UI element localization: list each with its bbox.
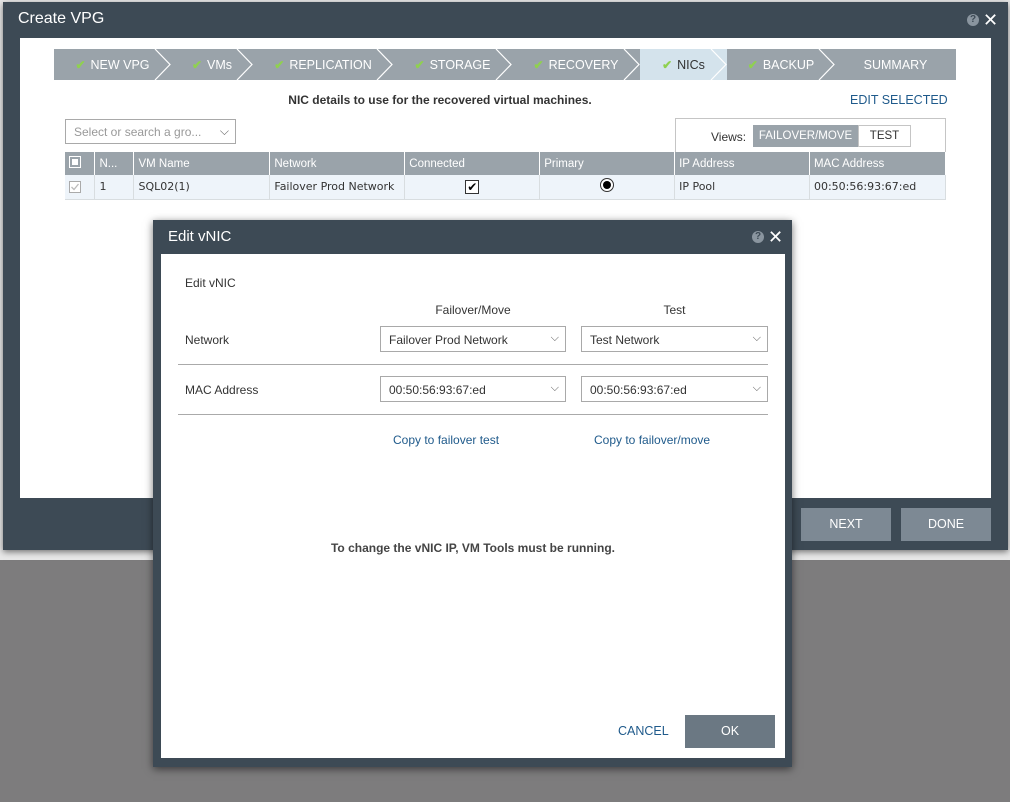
check-icon: ✔ bbox=[533, 57, 544, 72]
step-summary[interactable]: SUMMARY bbox=[835, 49, 956, 80]
column-header[interactable]: Network bbox=[269, 152, 406, 175]
view-test-button[interactable]: TEST bbox=[858, 125, 911, 147]
failover-mac-select[interactable]: 00:50:56:93:67:ed ⌵ bbox=[380, 376, 566, 402]
step-separator-icon bbox=[154, 49, 171, 80]
test-network-select[interactable]: Test Network ⌵ bbox=[581, 326, 768, 352]
step-separator-icon bbox=[623, 49, 640, 80]
step-new-vpg[interactable]: ✔ NEW VPG bbox=[54, 49, 171, 80]
edit-selected-link[interactable]: EDIT SELECTED bbox=[850, 93, 948, 107]
column-header[interactable]: N... bbox=[94, 152, 135, 175]
done-button[interactable]: DONE bbox=[901, 508, 991, 541]
step-recovery[interactable]: ✔ RECOVERY bbox=[512, 49, 640, 80]
chevron-down-icon: ⌵ bbox=[752, 382, 761, 394]
column-header[interactable]: MAC Address bbox=[809, 152, 947, 175]
step-label: BACKUP bbox=[762, 57, 815, 72]
table-row[interactable]: 1 SQL02(1) Failover Prod Network ✔ IP Po… bbox=[65, 175, 947, 200]
select-value: 00:50:56:93:67:ed bbox=[590, 383, 687, 397]
column-header[interactable]: IP Address bbox=[674, 152, 810, 175]
row-checkbox[interactable] bbox=[69, 181, 81, 194]
column-header[interactable]: VM Name bbox=[133, 152, 271, 175]
view-failover-move-button[interactable]: FAILOVER/MOVE bbox=[753, 125, 858, 147]
chevron-down-icon: ⌵ bbox=[550, 382, 559, 394]
step-storage[interactable]: ✔ STORAGE bbox=[393, 49, 512, 80]
chevron-down-icon: ⌵ bbox=[752, 332, 761, 344]
check-icon: ✔ bbox=[274, 57, 285, 72]
search-placeholder: Select or search a gro... bbox=[74, 125, 202, 139]
views-label: Views: bbox=[711, 130, 747, 144]
chevron-down-icon: ⌵ bbox=[219, 124, 229, 138]
connected-checkbox[interactable]: ✔ bbox=[465, 179, 480, 194]
dialog-title: Create VPG bbox=[18, 10, 105, 27]
check-icon: ✔ bbox=[662, 57, 673, 72]
mac-address-label: MAC Address bbox=[185, 383, 259, 397]
chevron-down-icon: ⌵ bbox=[550, 332, 559, 344]
vm-tools-note: To change the vNIC IP, VM Tools must be … bbox=[330, 541, 616, 555]
divider bbox=[178, 364, 768, 365]
row-select-cell[interactable] bbox=[65, 175, 96, 200]
group-search-input[interactable]: Select or search a gro... ⌵ bbox=[65, 119, 236, 144]
table-header-row: N... VM Name Network Connected Primary I… bbox=[65, 152, 947, 175]
step-replication[interactable]: ✔ REPLICATION bbox=[253, 49, 393, 80]
check-icon: ✔ bbox=[75, 57, 86, 72]
step-nics[interactable]: ✔ NICs bbox=[640, 49, 727, 80]
connected-cell: ✔ bbox=[404, 175, 541, 200]
mac-address-cell: 00:50:56:93:67:ed bbox=[809, 175, 947, 200]
step-separator-icon bbox=[495, 49, 512, 80]
copy-to-failover-test-link[interactable]: Copy to failover test bbox=[393, 433, 499, 447]
step-label: RECOVERY bbox=[548, 57, 619, 72]
edit-vnic-body: Edit vNIC Failover/Move Test Network Fai… bbox=[161, 254, 785, 758]
column-header[interactable]: Primary bbox=[539, 152, 676, 175]
step-separator-icon bbox=[376, 49, 393, 80]
step-label: STORAGE bbox=[429, 57, 491, 72]
divider bbox=[178, 414, 768, 415]
step-label: NEW VPG bbox=[90, 57, 150, 72]
section-heading: Edit vNIC bbox=[185, 276, 236, 290]
step-vms[interactable]: ✔ VMs bbox=[171, 49, 253, 80]
wizard-steps: ✔ NEW VPG ✔ VMs ✔ REPLICATION ✔ STORAGE ✔ REC… bbox=[54, 49, 956, 80]
select-value: 00:50:56:93:67:ed bbox=[389, 383, 486, 397]
help-icon[interactable]: ? bbox=[752, 231, 764, 243]
primary-cell bbox=[539, 175, 676, 200]
test-column-header: Test bbox=[663, 303, 686, 317]
copy-to-failover-move-link[interactable]: Copy to failover/move bbox=[594, 433, 710, 447]
select-all-checkbox[interactable] bbox=[69, 156, 81, 168]
select-all-header[interactable] bbox=[65, 152, 96, 175]
check-icon: ✔ bbox=[747, 57, 758, 72]
primary-radio[interactable] bbox=[600, 178, 615, 193]
edit-vnic-dialog: Edit vNIC ? ✕ Edit vNIC Failover/Move Te… bbox=[153, 220, 792, 767]
column-header[interactable]: Connected bbox=[404, 152, 541, 175]
vm-name-cell: SQL02(1) bbox=[133, 175, 271, 200]
step-label: REPLICATION bbox=[289, 57, 372, 72]
nic-details-title: NIC details to use for the recovered vir… bbox=[288, 93, 592, 107]
network-label: Network bbox=[185, 333, 230, 347]
help-icon[interactable]: ? bbox=[967, 14, 979, 26]
dialog-title: Edit vNIC bbox=[168, 228, 232, 245]
step-backup[interactable]: ✔ BACKUP bbox=[727, 49, 835, 80]
views-toggle: Views: FAILOVER/MOVE TEST bbox=[675, 118, 946, 153]
ip-address-cell: IP Pool bbox=[674, 175, 810, 200]
failover-network-select[interactable]: Failover Prod Network ⌵ bbox=[380, 326, 566, 352]
test-mac-select[interactable]: 00:50:56:93:67:ed ⌵ bbox=[581, 376, 768, 402]
nics-table: N... VM Name Network Connected Primary I… bbox=[65, 152, 947, 200]
title-icons: ? ✕ bbox=[967, 11, 998, 29]
check-icon: ✔ bbox=[191, 57, 203, 72]
check-icon: ✔ bbox=[414, 57, 425, 72]
select-value: Test Network bbox=[590, 333, 660, 347]
step-label: SUMMARY bbox=[863, 57, 928, 72]
failover-column-header: Failover/Move bbox=[435, 303, 511, 317]
network-cell: Failover Prod Network bbox=[269, 175, 406, 200]
step-separator-icon bbox=[236, 49, 253, 80]
close-icon[interactable]: ✕ bbox=[768, 228, 783, 246]
step-label: VMs bbox=[207, 57, 233, 72]
title-icons: ? ✕ bbox=[752, 228, 783, 246]
close-icon[interactable]: ✕ bbox=[983, 11, 998, 29]
ok-button[interactable]: OK bbox=[685, 715, 775, 748]
step-separator-icon bbox=[710, 49, 727, 80]
step-label: NICs bbox=[677, 57, 705, 72]
select-value: Failover Prod Network bbox=[389, 333, 508, 347]
cancel-button[interactable]: CANCEL bbox=[618, 724, 669, 738]
row-number: 1 bbox=[94, 175, 135, 200]
step-separator-icon bbox=[818, 49, 835, 80]
next-button[interactable]: NEXT bbox=[801, 508, 891, 541]
